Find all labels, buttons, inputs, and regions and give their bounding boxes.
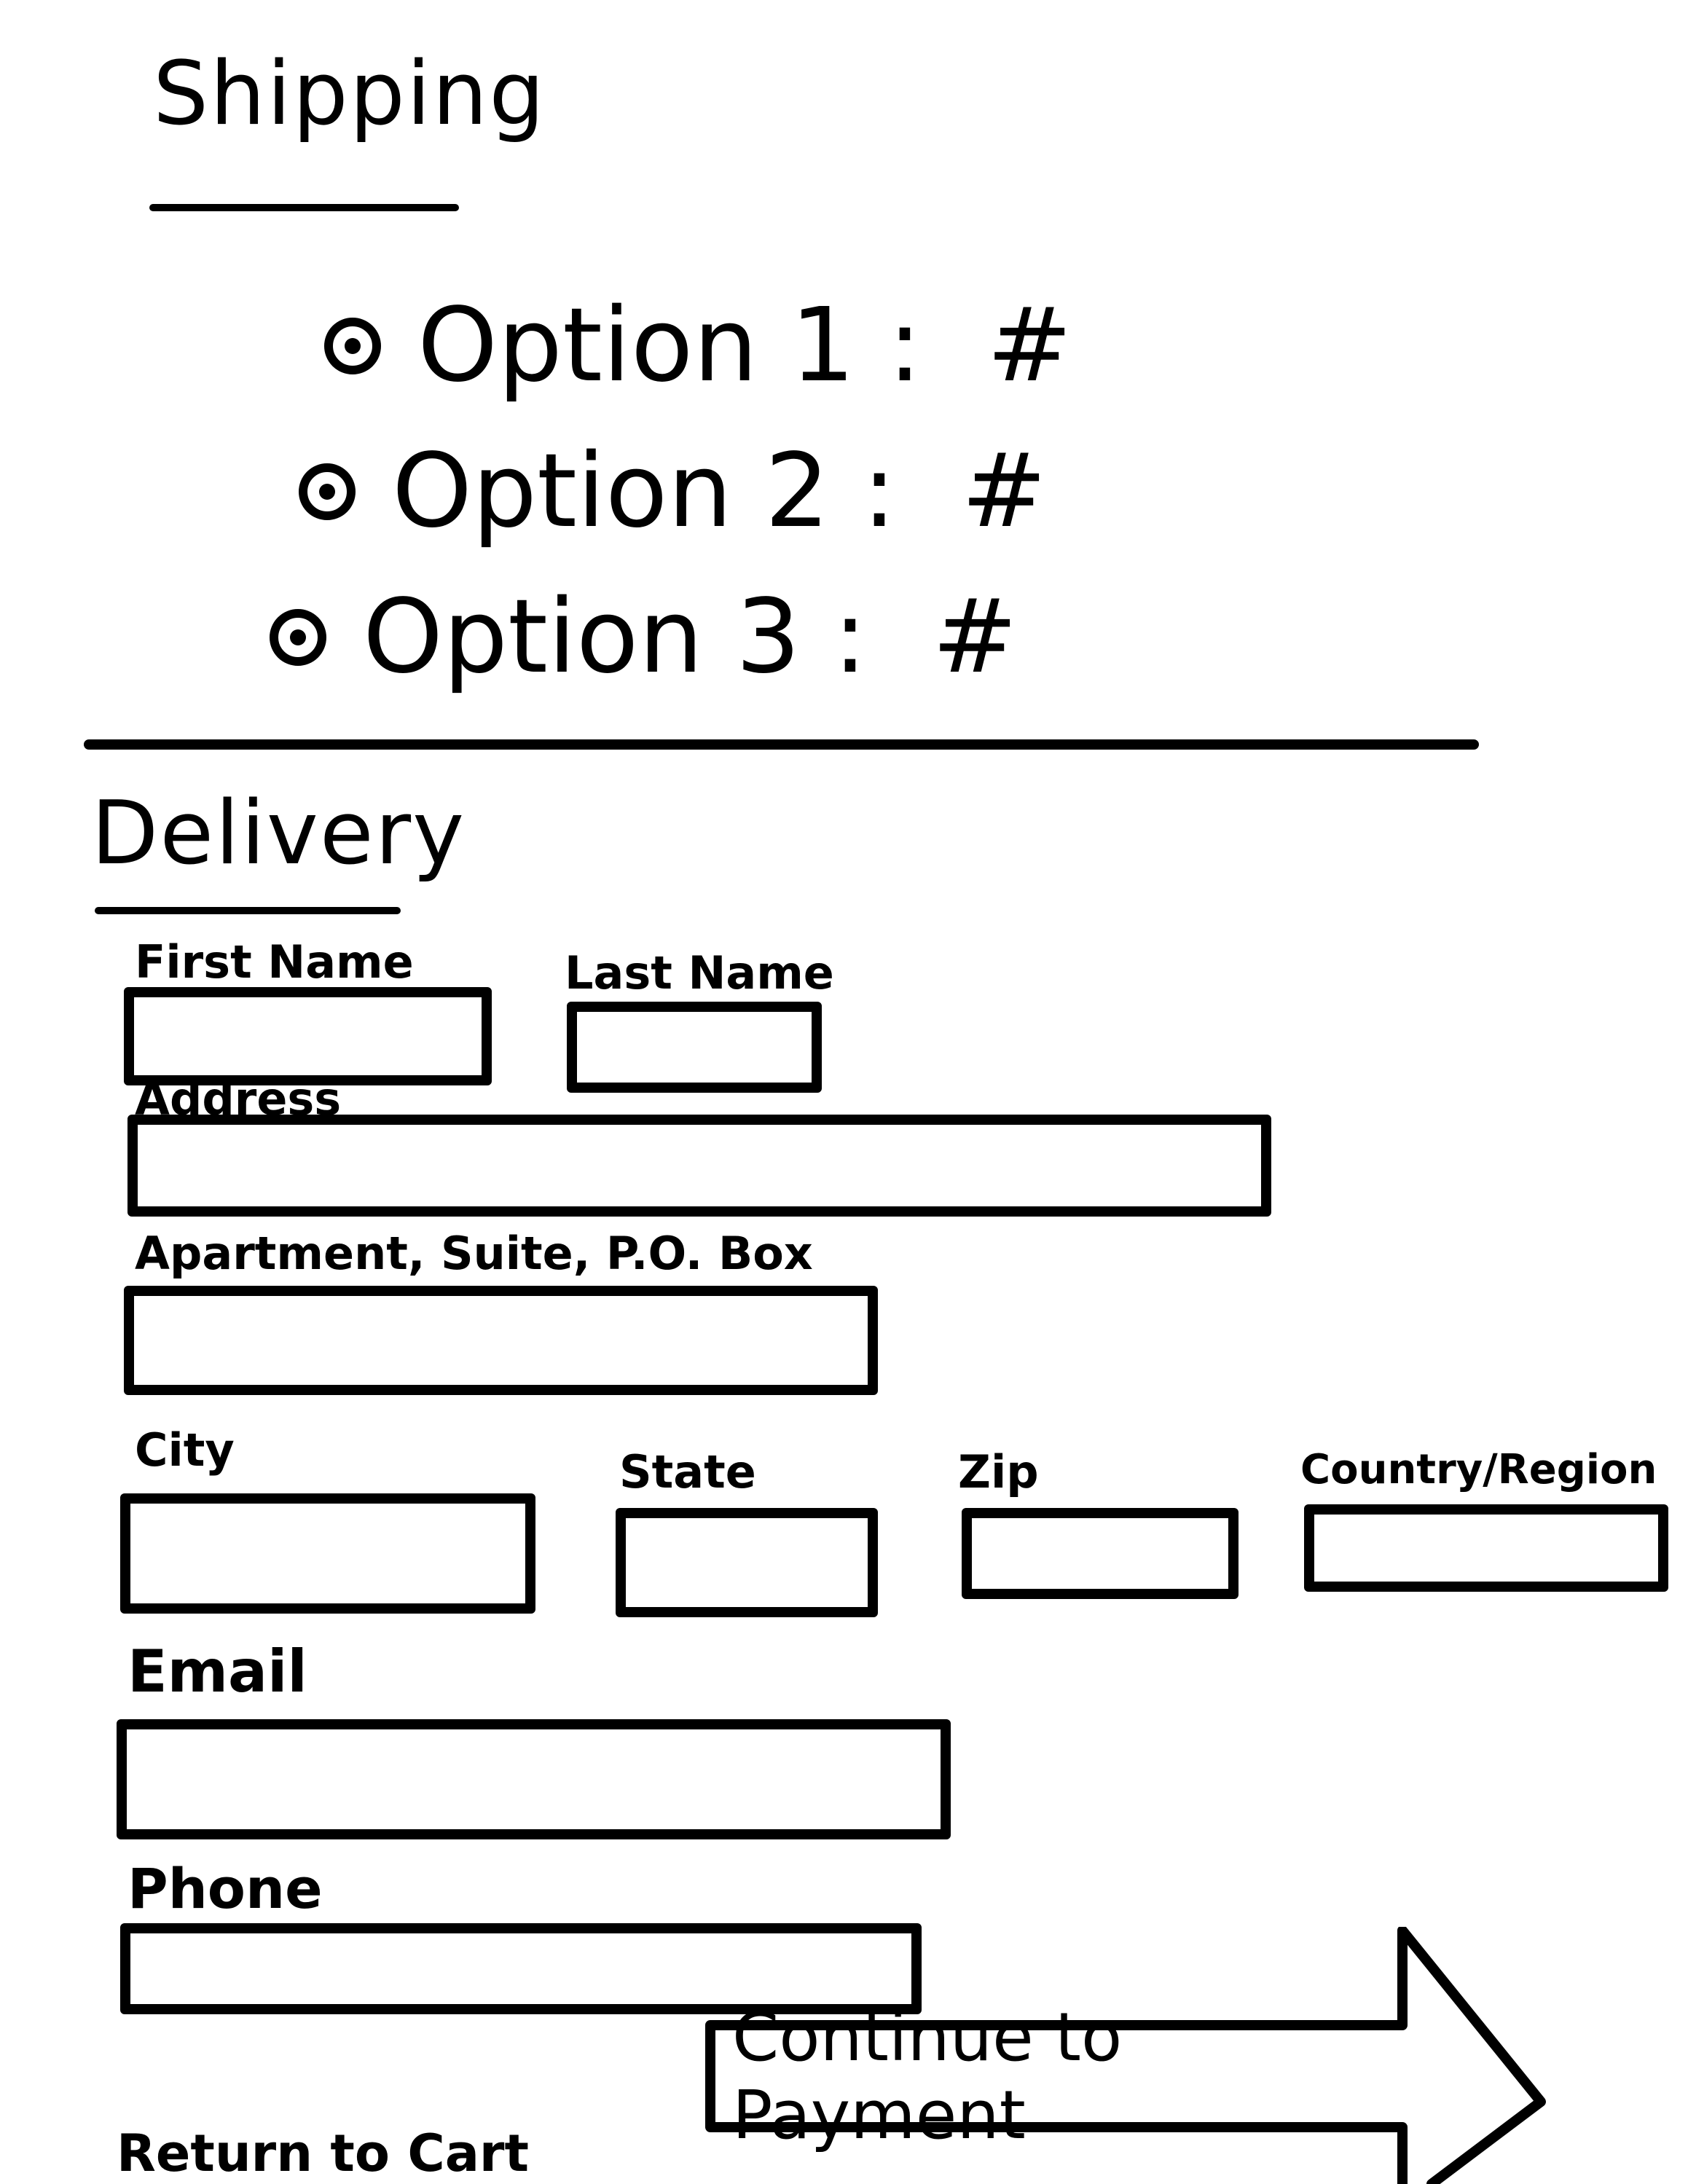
radio-button-option-1[interactable] [324, 318, 381, 374]
first-name-field[interactable] [124, 987, 492, 1085]
first-name-input[interactable] [134, 997, 482, 1075]
shipping-option-3[interactable]: Option 3 : # [270, 586, 1018, 688]
city-input[interactable] [130, 1504, 525, 1603]
country-field[interactable] [1304, 1504, 1668, 1592]
apartment-field[interactable] [124, 1286, 878, 1395]
zip-input[interactable] [972, 1518, 1228, 1589]
state-label: State [619, 1445, 756, 1498]
state-field[interactable] [616, 1508, 878, 1617]
country-input[interactable] [1314, 1515, 1658, 1582]
radio-dot [319, 484, 335, 500]
first-name-label: First Name [135, 935, 414, 989]
continue-to-payment-button[interactable]: Continue to Payment [703, 1927, 1548, 2184]
shipping-option-2-label: Option 2 : # [392, 432, 1047, 551]
shipping-option-3-label: Option 3 : # [363, 578, 1018, 696]
radio-button-option-3[interactable] [270, 609, 326, 666]
zip-field[interactable] [962, 1508, 1238, 1599]
delivery-title-underline [95, 907, 401, 914]
shipping-option-1-label: Option 1 : # [417, 286, 1072, 405]
phone-label: Phone [127, 1856, 323, 1921]
zip-label: Zip [958, 1445, 1039, 1498]
state-input[interactable] [626, 1518, 868, 1607]
country-label: Country/Region [1300, 1446, 1657, 1493]
apartment-input[interactable] [134, 1296, 868, 1385]
email-label: Email [127, 1638, 307, 1705]
continue-to-payment-label: Continue to Payment [732, 1998, 1123, 2154]
last-name-input[interactable] [577, 1012, 812, 1083]
city-field[interactable] [120, 1493, 535, 1614]
email-field[interactable] [117, 1719, 951, 1839]
radio-dot [290, 629, 306, 645]
section-divider [84, 739, 1479, 750]
last-name-field[interactable] [567, 1002, 822, 1093]
address-field[interactable] [127, 1115, 1271, 1217]
email-input[interactable] [127, 1729, 941, 1829]
radio-button-option-2[interactable] [299, 463, 356, 520]
shipping-title-underline [149, 204, 459, 211]
apartment-label: Apartment, Suite, P.O. Box [135, 1227, 813, 1280]
shipping-option-2[interactable]: Option 2 : # [299, 441, 1047, 543]
city-label: City [135, 1423, 235, 1477]
delivery-title: Delivery [91, 783, 466, 884]
radio-dot [345, 338, 361, 354]
return-to-cart-link[interactable]: Return to Cart [117, 2124, 529, 2183]
shipping-title: Shipping [153, 44, 546, 145]
last-name-label: Last Name [565, 946, 834, 999]
address-input[interactable] [138, 1125, 1261, 1206]
shipping-option-1[interactable]: Option 1 : # [324, 295, 1072, 397]
